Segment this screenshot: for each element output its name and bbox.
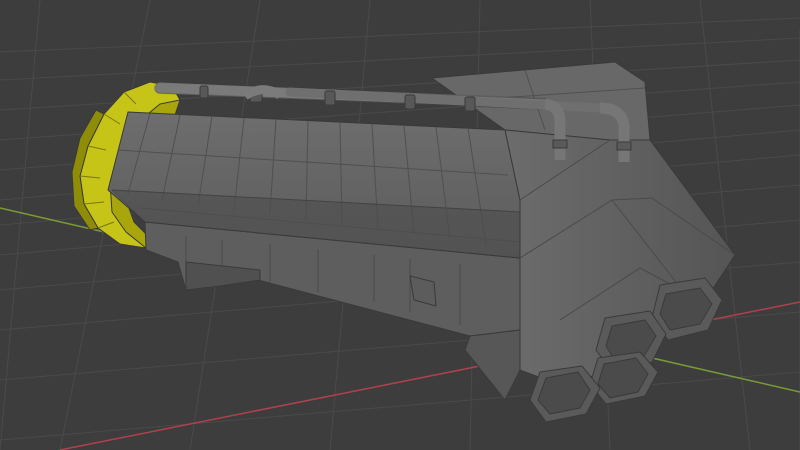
viewport-canvas[interactable] [0,0,800,450]
exhaust-port-4[interactable] [529,365,601,423]
lower-front-plate[interactable] [464,329,521,401]
engine-model[interactable] [71,61,736,423]
3d-viewport[interactable] [0,0,800,450]
